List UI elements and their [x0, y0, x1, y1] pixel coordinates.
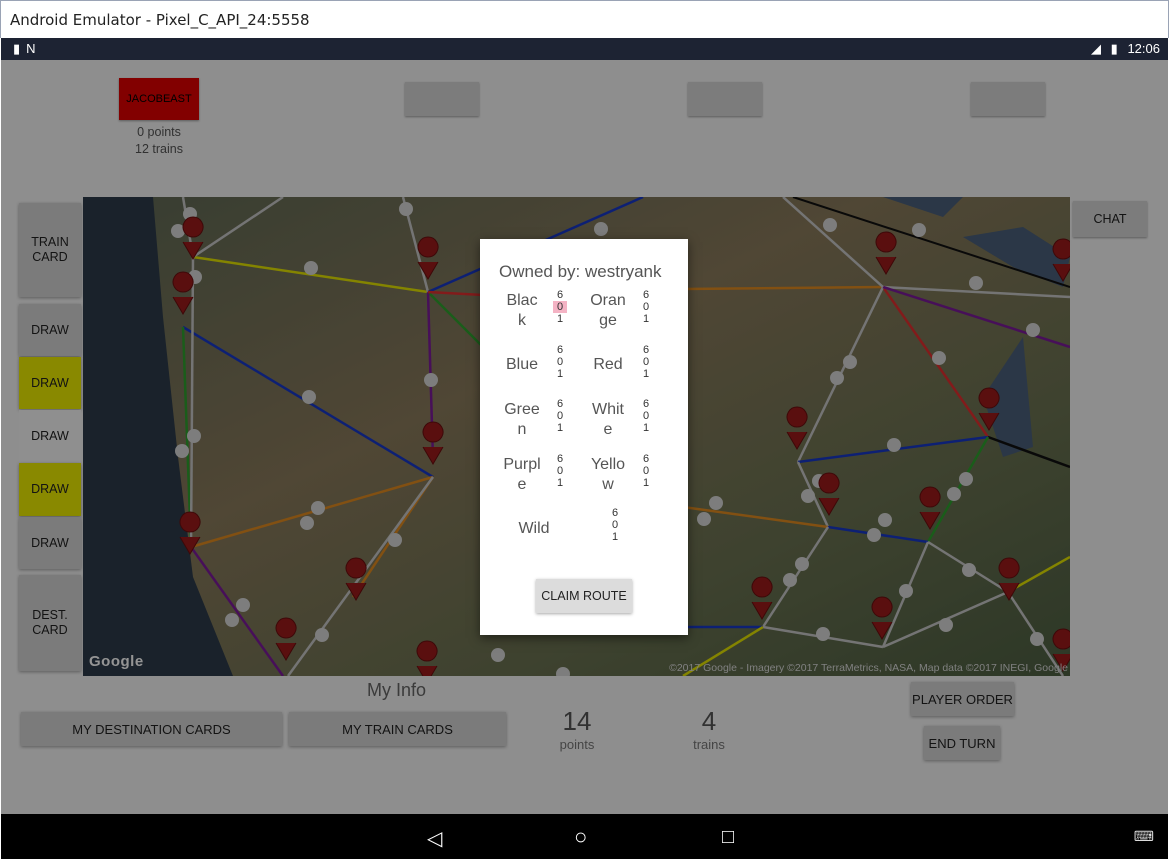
- window-titlebar: Android Emulator - Pixel_C_API_24:5558: [0, 0, 1169, 38]
- battery-charging-icon: ▮: [1110, 41, 1118, 56]
- status-right: ◢ ▮ 12:06: [1085, 41, 1160, 57]
- n-icon: N: [26, 41, 42, 56]
- claim-route-button[interactable]: CLAIM ROUTE: [536, 579, 632, 613]
- blue-picker[interactable]: 601: [553, 344, 567, 380]
- android-nav-bar: ◁ ○ □ ⌨: [1, 814, 1168, 859]
- home-icon[interactable]: ○: [574, 824, 587, 850]
- black-label: Blac k: [506, 292, 538, 329]
- owned-by-label: Owned by: westryank: [499, 262, 662, 281]
- status-time: 12:06: [1127, 41, 1160, 56]
- purple-label: Purpl e: [503, 456, 541, 493]
- status-left-icons: ▮N: [13, 41, 42, 57]
- wild-picker[interactable]: 601: [608, 507, 622, 543]
- red-label: Red: [593, 356, 623, 373]
- orange-picker[interactable]: 601: [639, 289, 653, 325]
- blue-label: Blue: [505, 356, 539, 373]
- yellow-picker[interactable]: 601: [639, 453, 653, 489]
- recents-icon[interactable]: □: [722, 826, 734, 849]
- route-dialog: Owned by: westryank Blac k 601 Oran ge 601…: [480, 239, 688, 635]
- red-picker[interactable]: 601: [639, 344, 653, 380]
- keyboard-icon[interactable]: ⌨: [1134, 828, 1154, 845]
- window-title: Android Emulator - Pixel_C_API_24:5558: [10, 11, 310, 29]
- white-picker[interactable]: 601: [639, 398, 653, 434]
- lte-signal-icon: ◢: [1091, 41, 1102, 56]
- game-screen: JACOBEAST 0 points 12 trains TRAIN CARD …: [1, 60, 1168, 814]
- purple-picker[interactable]: 601: [553, 453, 567, 489]
- android-status-bar: ▮N ◢ ▮ 12:06: [1, 38, 1168, 60]
- green-picker[interactable]: 601: [553, 398, 567, 434]
- green-label: Gree n: [504, 401, 540, 438]
- sd-card-icon: ▮: [13, 41, 27, 56]
- orange-label: Oran ge: [590, 292, 626, 329]
- black-picker[interactable]: 601: [553, 289, 567, 325]
- wild-label: Wild: [518, 520, 550, 537]
- white-label: Whit e: [592, 401, 624, 438]
- back-icon[interactable]: ◁: [427, 826, 442, 851]
- yellow-label: Yello w: [590, 456, 626, 493]
